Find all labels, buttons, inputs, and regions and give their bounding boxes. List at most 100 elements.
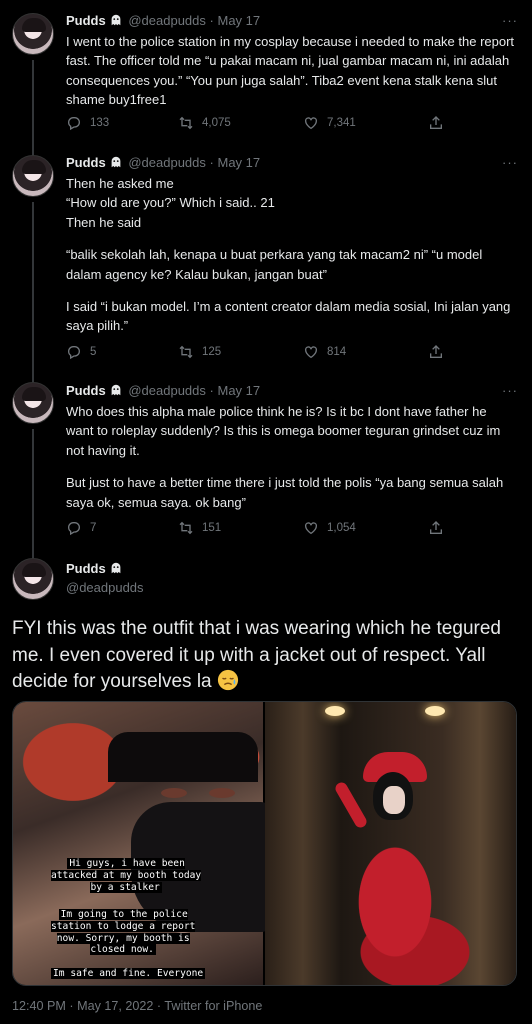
display-name[interactable]: Pudds	[66, 155, 106, 170]
retweet-count: 151	[202, 522, 222, 534]
more-options-button[interactable]: ···	[502, 13, 518, 28]
more-options-button[interactable]: ···	[502, 155, 518, 170]
arm-shape	[333, 780, 369, 830]
hair-shape	[108, 732, 258, 782]
like-button[interactable]: 7,341	[303, 115, 356, 131]
tweet-timestamp[interactable]: 12:40 PM · May 17, 2022 · Twitter for iP…	[12, 999, 262, 1013]
ceiling-light	[325, 706, 345, 716]
eye-shape	[161, 788, 187, 798]
like-icon	[305, 346, 317, 359]
more-options-button[interactable]: ···	[502, 383, 518, 398]
retweet-count: 125	[202, 346, 222, 358]
like-icon	[305, 117, 317, 130]
thread-line	[32, 550, 34, 558]
retweet-button[interactable]: 151	[178, 520, 221, 536]
share-icon	[430, 521, 442, 534]
retweet-icon	[179, 116, 193, 130]
tweet-actions: 5 125 814	[66, 344, 466, 362]
separator: ·	[209, 13, 214, 28]
tweet-2[interactable]: Pudds @deadpudds · May 17 ··· Then he as…	[0, 145, 532, 372]
main-tweet-body: FYI this was the outfit that i was weari…	[12, 618, 501, 692]
tweet-line: I said “i bukan model. I’m a content cre…	[66, 299, 511, 334]
share-icon	[430, 116, 442, 129]
share-button[interactable]	[428, 520, 444, 536]
thread-line	[32, 372, 34, 382]
tweet-text: Who does this alpha male police think he…	[66, 402, 516, 512]
ghost-emoji	[111, 562, 121, 574]
reply-icon	[68, 522, 80, 536]
tweet-line: I went to the police station in my cospl…	[66, 34, 515, 108]
ghost-emoji	[111, 14, 121, 26]
tweet-line: Who does this alpha male police think he…	[66, 404, 501, 458]
like-icon	[305, 522, 317, 535]
photo-cosplay-outfit[interactable]	[265, 702, 516, 985]
display-name-text: Pudds	[66, 561, 106, 576]
retweet-button[interactable]: 4,075	[178, 115, 231, 131]
avatar[interactable]	[12, 558, 54, 600]
ghost-emoji	[111, 156, 121, 168]
like-count: 7,341	[327, 117, 356, 129]
like-button[interactable]: 1,054	[303, 520, 356, 536]
tweet-3[interactable]: Pudds @deadpudds · May 17 ··· Who does t…	[0, 372, 532, 550]
separator: ·	[209, 155, 214, 170]
story-caption-2: Im going to the police station to lodge …	[51, 909, 196, 956]
reply-button[interactable]: 5	[66, 344, 96, 360]
retweet-icon	[179, 345, 193, 359]
story-caption-3: Im safe and fine. Everyone	[51, 968, 206, 980]
tweet-line: “balik sekolah lah, kenapa u buat perkar…	[66, 247, 483, 282]
media-grid[interactable]: Hi guys, i have been attacked at my boot…	[12, 701, 517, 986]
tweet-header: Pudds @deadpudds · May 17	[66, 155, 260, 171]
tweet-actions: 133 4,075 7,341	[66, 115, 466, 133]
display-name[interactable]: Pudds	[66, 561, 125, 576]
share-button[interactable]	[428, 344, 444, 360]
tweet-line: Then he said	[66, 214, 142, 230]
tweet-line: But just to have a better time there i j…	[66, 475, 504, 510]
tweet-line: Then he asked me	[66, 176, 174, 191]
tweet-text: Then he asked me “How old are you?” Whic…	[66, 174, 516, 336]
display-name[interactable]: Pudds	[66, 13, 106, 28]
like-button[interactable]: 814	[303, 344, 346, 360]
photo-story-screenshot[interactable]: Hi guys, i have been attacked at my boot…	[13, 702, 271, 985]
thread-line	[32, 60, 34, 145]
reply-icon	[68, 117, 80, 131]
avatar[interactable]	[12, 13, 54, 55]
tweet-date[interactable]: May 17	[218, 155, 261, 170]
display-name[interactable]: Pudds	[66, 383, 106, 398]
face-shape	[383, 786, 405, 814]
retweet-icon	[179, 521, 193, 535]
tweet-date[interactable]: May 17	[218, 383, 261, 398]
tweet-header: Pudds @deadpudds · May 17	[66, 13, 260, 29]
main-tweet-text: FYI this was the outfit that i was weari…	[12, 616, 520, 696]
story-text: Hi guys, i have been attacked at my boot…	[51, 858, 202, 893]
reply-count: 7	[90, 522, 97, 534]
handle[interactable]: @deadpudds	[66, 580, 144, 595]
reply-count: 5	[90, 346, 97, 358]
eye-shape	[209, 788, 235, 798]
ghost-emoji	[111, 384, 121, 396]
reply-button[interactable]: 7	[66, 520, 96, 536]
separator: ·	[209, 383, 214, 398]
share-button[interactable]	[428, 115, 444, 131]
tweet-actions: 7 151 1,054	[66, 520, 466, 538]
sad-face-emoji	[217, 669, 238, 691]
like-count: 1,054	[327, 522, 356, 534]
handle[interactable]: @deadpudds	[128, 155, 206, 170]
tweet-date[interactable]: May 17	[218, 13, 261, 28]
avatar[interactable]	[12, 155, 54, 197]
thread-line	[32, 429, 34, 550]
story-text: Im safe and fine. Everyone	[51, 968, 206, 979]
handle[interactable]: @deadpudds	[128, 383, 206, 398]
retweet-button[interactable]: 125	[178, 344, 221, 360]
tweet-header: Pudds @deadpudds · May 17	[66, 383, 260, 399]
retweet-count: 4,075	[202, 117, 231, 129]
handle[interactable]: @deadpudds	[128, 13, 206, 28]
share-icon	[430, 345, 442, 358]
story-text: Im going to the police station to lodge …	[51, 909, 196, 956]
tweet-1[interactable]: Pudds @deadpudds · May 17 ··· I went to …	[0, 0, 532, 145]
reply-button[interactable]: 133	[66, 115, 109, 131]
reply-icon	[68, 346, 80, 360]
reply-count: 133	[90, 117, 110, 129]
avatar[interactable]	[12, 382, 54, 424]
ceiling-light	[425, 706, 445, 716]
tweet-line: “How old are you?” Which i said.. 21	[66, 195, 275, 211]
